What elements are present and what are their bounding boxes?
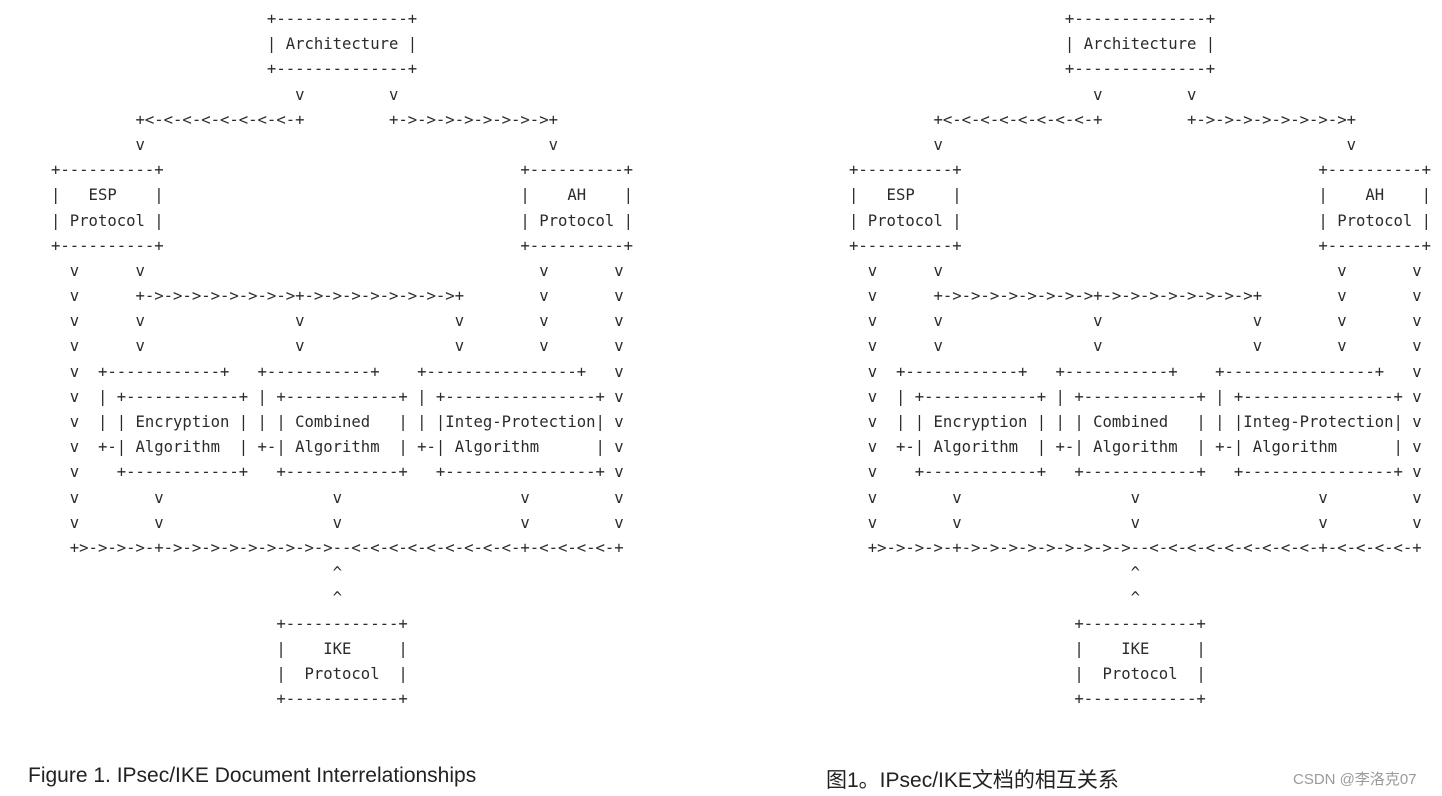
diagram-line: v v v v v v bbox=[51, 309, 633, 334]
diagram-line: ^ bbox=[849, 586, 1431, 611]
diagram-line: v v v v v bbox=[849, 486, 1431, 511]
diagram-line: | Protocol | bbox=[51, 662, 633, 687]
diagram-line: v +-| Algorithm | +-| Algorithm | +-| Al… bbox=[51, 435, 633, 460]
diagram-line: v | | Encryption | | | Combined | | |Int… bbox=[849, 410, 1431, 435]
diagram-line: v | +------------+ | +------------+ | +-… bbox=[849, 385, 1431, 410]
diagram-line: +----------+ +----------+ bbox=[849, 158, 1431, 183]
ipsec-diagram-chinese: +--------------+ | Architecture | +-----… bbox=[849, 7, 1431, 712]
diagram-line: | Protocol | | Protocol | bbox=[51, 209, 633, 234]
diagram-line: v | | Encryption | | | Combined | | |Int… bbox=[51, 410, 633, 435]
figure-caption-english: Figure 1. IPsec/IKE Document Interrelati… bbox=[28, 764, 476, 788]
diagram-line: v +-| Algorithm | +-| Algorithm | +-| Al… bbox=[849, 435, 1431, 460]
diagram-line: v v v v bbox=[849, 259, 1431, 284]
watermark: CSDN @李洛克07 bbox=[1293, 768, 1417, 789]
diagram-line: v v bbox=[51, 83, 633, 108]
diagram-line: v v v v v v bbox=[849, 334, 1431, 359]
diagram-line: v +------------+ +------------+ +-------… bbox=[849, 460, 1431, 485]
diagram-line: v +------------+ +-----------+ +--------… bbox=[849, 360, 1431, 385]
diagram-line: v +------------+ +-----------+ +--------… bbox=[51, 360, 633, 385]
diagram-line: v | +------------+ | +------------+ | +-… bbox=[51, 385, 633, 410]
diagram-line: v +->->->->->->->->+->->->->->->->->+ v … bbox=[849, 284, 1431, 309]
diagram-line: +>->->->-+->->->->->->->->->--<-<-<-<-<-… bbox=[849, 536, 1431, 561]
diagram-line: v v v v v bbox=[849, 511, 1431, 536]
diagram-line: | Architecture | bbox=[849, 32, 1431, 57]
diagram-line: +------------+ bbox=[51, 687, 633, 712]
figure-caption-chinese: 图1。IPsec/IKE文档的相互关系 bbox=[826, 764, 1119, 794]
diagram-line: +----------+ +----------+ bbox=[51, 234, 633, 259]
diagram-line: ^ bbox=[51, 586, 633, 611]
diagram-line: v +------------+ +------------+ +-------… bbox=[51, 460, 633, 485]
diagram-line: +<-<-<-<-<-<-<-<-+ +->->->->->->->->+ bbox=[849, 108, 1431, 133]
diagram-line: +--------------+ bbox=[849, 7, 1431, 32]
diagram-line: +----------+ +----------+ bbox=[51, 158, 633, 183]
diagram-line: +--------------+ bbox=[51, 7, 633, 32]
diagram-line: v v bbox=[51, 133, 633, 158]
diagram-line: ^ bbox=[849, 561, 1431, 586]
diagram-line: v v v v v bbox=[51, 511, 633, 536]
diagram-line: v v v v bbox=[51, 259, 633, 284]
diagram-line: v v v v v bbox=[51, 486, 633, 511]
diagram-line: | ESP | | AH | bbox=[51, 183, 633, 208]
diagram-line: v v bbox=[849, 83, 1431, 108]
diagram-line: ^ bbox=[51, 561, 633, 586]
diagram-line: v v v v v v bbox=[849, 309, 1431, 334]
diagram-line: v v v v v v bbox=[51, 334, 633, 359]
diagram-line: +----------+ +----------+ bbox=[849, 234, 1431, 259]
diagram-line: +--------------+ bbox=[849, 57, 1431, 82]
diagram-line: | IKE | bbox=[849, 637, 1431, 662]
diagram-line: +<-<-<-<-<-<-<-<-+ +->->->->->->->->+ bbox=[51, 108, 633, 133]
diagram-line: v +->->->->->->->->+->->->->->->->->+ v … bbox=[51, 284, 633, 309]
ipsec-diagram-english: +--------------+ | Architecture | +-----… bbox=[51, 7, 633, 712]
diagram-line: | IKE | bbox=[51, 637, 633, 662]
diagram-line: | Protocol | bbox=[849, 662, 1431, 687]
diagram-line: | Protocol | | Protocol | bbox=[849, 209, 1431, 234]
diagram-line: | ESP | | AH | bbox=[849, 183, 1431, 208]
diagram-line: +------------+ bbox=[51, 612, 633, 637]
diagram-line: v v bbox=[849, 133, 1431, 158]
diagram-line: +------------+ bbox=[849, 612, 1431, 637]
diagram-line: +--------------+ bbox=[51, 57, 633, 82]
diagram-line: +------------+ bbox=[849, 687, 1431, 712]
diagram-line: | Architecture | bbox=[51, 32, 633, 57]
diagram-line: +>->->->-+->->->->->->->->->--<-<-<-<-<-… bbox=[51, 536, 633, 561]
